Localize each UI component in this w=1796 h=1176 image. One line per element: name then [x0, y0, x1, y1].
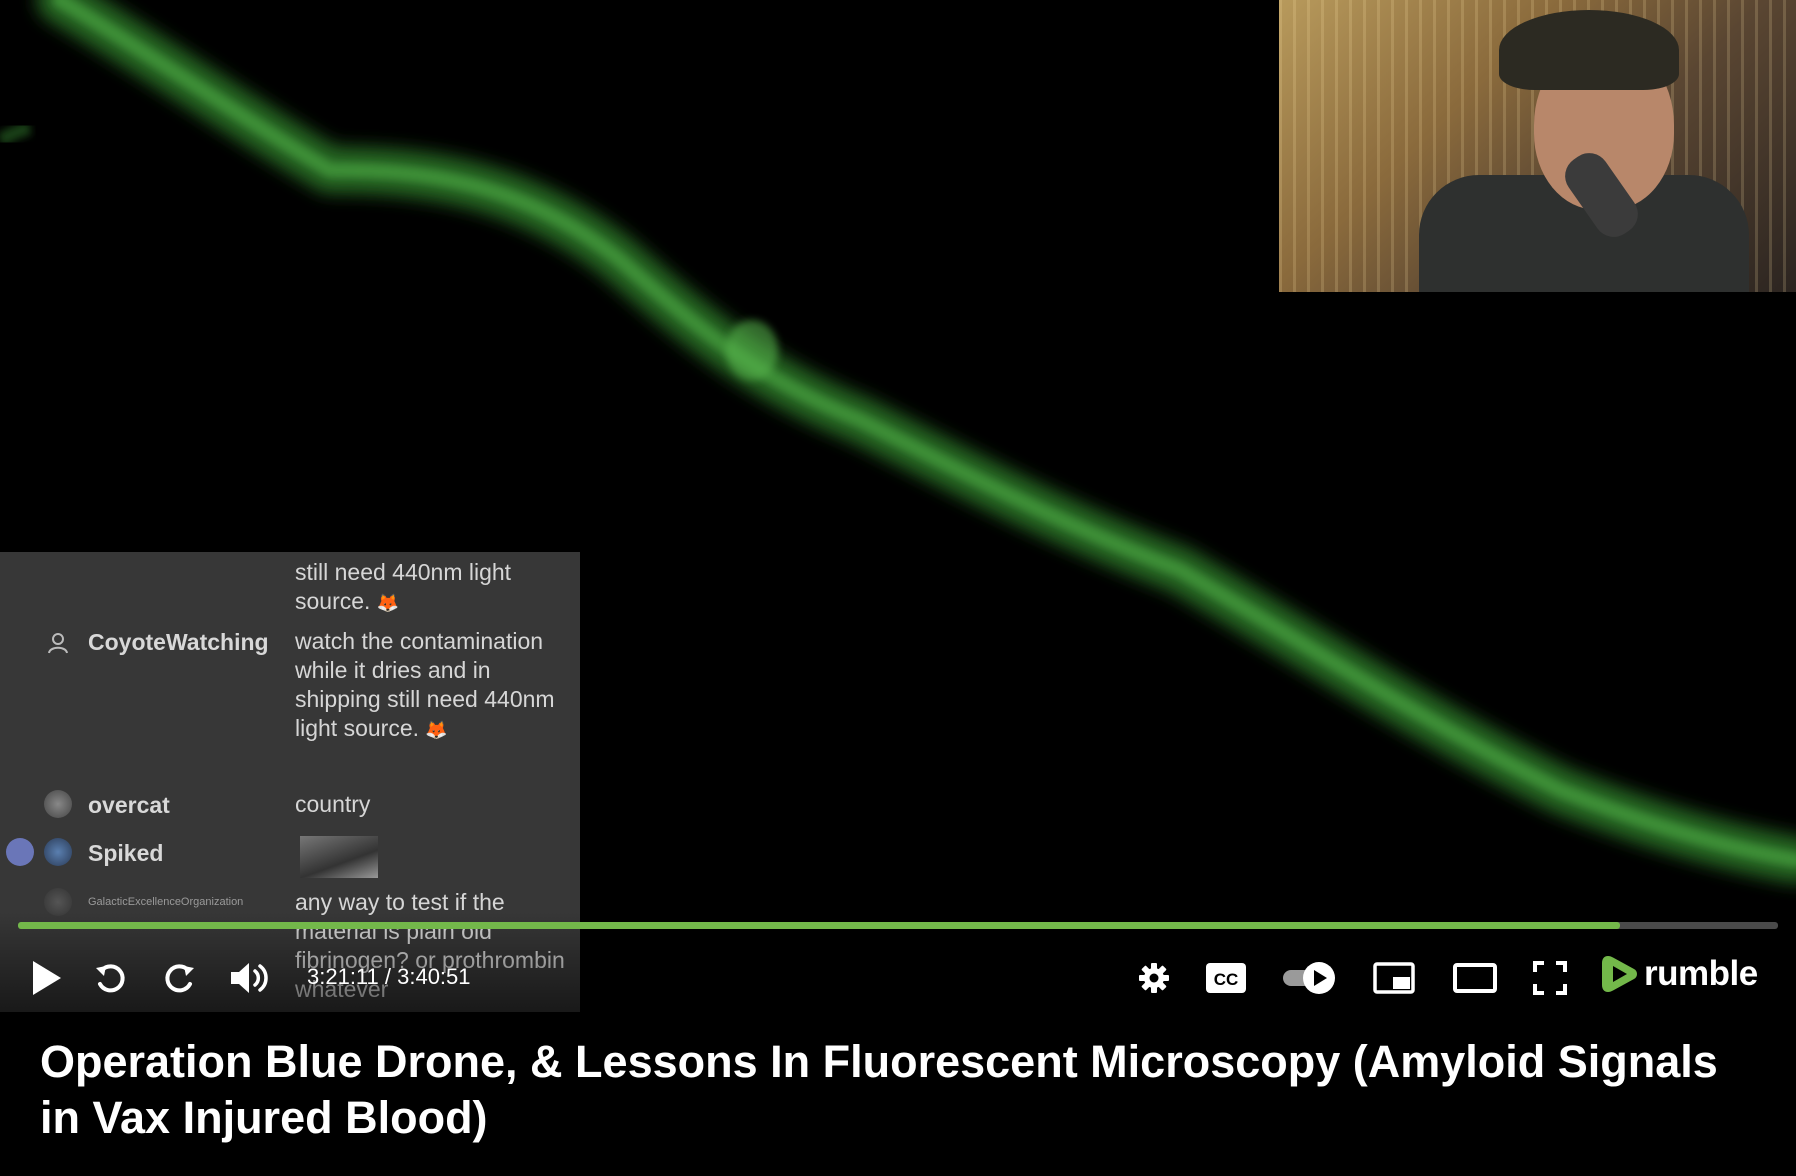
chat-message-text: still need 440nm light source. 🦊 — [295, 558, 570, 618]
rumble-wordmark: rumble — [1644, 954, 1758, 993]
fullscreen-button[interactable] — [1530, 950, 1570, 1006]
fox-emoji-icon: 🦊 — [376, 593, 400, 613]
forward-icon — [165, 964, 194, 993]
chat-message-text: country — [295, 791, 371, 817]
autoplay-toggle-icon — [1283, 962, 1335, 994]
captions-button[interactable]: CC — [1204, 950, 1248, 1006]
fullscreen-icon — [1533, 961, 1567, 995]
pip-icon — [1373, 962, 1415, 994]
gear-icon — [1139, 963, 1169, 993]
chat-username: overcat — [88, 792, 170, 818]
rewind-icon — [96, 964, 125, 993]
webcam-overlay — [1279, 0, 1796, 292]
video-player[interactable]: still need 440nm light source. 🦊 CoyoteW… — [0, 0, 1796, 1012]
volume-icon — [231, 963, 268, 993]
settings-button[interactable] — [1134, 950, 1174, 1006]
rumble-play-icon — [1602, 956, 1637, 992]
svg-text:CC: CC — [1214, 970, 1239, 989]
forward-button[interactable] — [160, 950, 200, 1006]
chat-message-text: watch the contamination while it dries a… — [295, 627, 570, 745]
avatar — [44, 838, 72, 866]
video-title: Operation Blue Drone, & Lessons In Fluor… — [40, 1036, 1718, 1143]
play-button[interactable] — [26, 950, 68, 1006]
avatar — [44, 790, 72, 818]
volume-button[interactable] — [228, 950, 274, 1006]
image-thumbnail — [300, 836, 378, 878]
chat-overlay: still need 440nm light source. 🦊 CoyoteW… — [0, 552, 580, 1012]
progress-fill — [18, 922, 1621, 929]
fox-emoji-icon: 🦊 — [425, 720, 448, 740]
cc-icon: CC — [1206, 963, 1246, 993]
rumble-logo[interactable]: rumble — [1600, 952, 1758, 996]
time-display: 3:21:11 / 3:40:51 — [307, 964, 471, 989]
progress-bar[interactable] — [18, 922, 1778, 929]
chat-username: Spiked — [88, 840, 164, 866]
user-icon — [48, 633, 68, 654]
chat-username: CoyoteWatching — [88, 629, 269, 655]
theater-icon — [1453, 963, 1497, 993]
theater-mode-button[interactable] — [1452, 950, 1498, 1006]
discord-icon — [6, 838, 34, 866]
rewind-button[interactable] — [90, 950, 130, 1006]
autoplay-toggle[interactable] — [1280, 950, 1340, 1006]
play-icon — [33, 961, 61, 995]
chat-username: GalacticExcellenceOrganization — [88, 896, 244, 908]
miniplayer-button[interactable] — [1372, 950, 1416, 1006]
